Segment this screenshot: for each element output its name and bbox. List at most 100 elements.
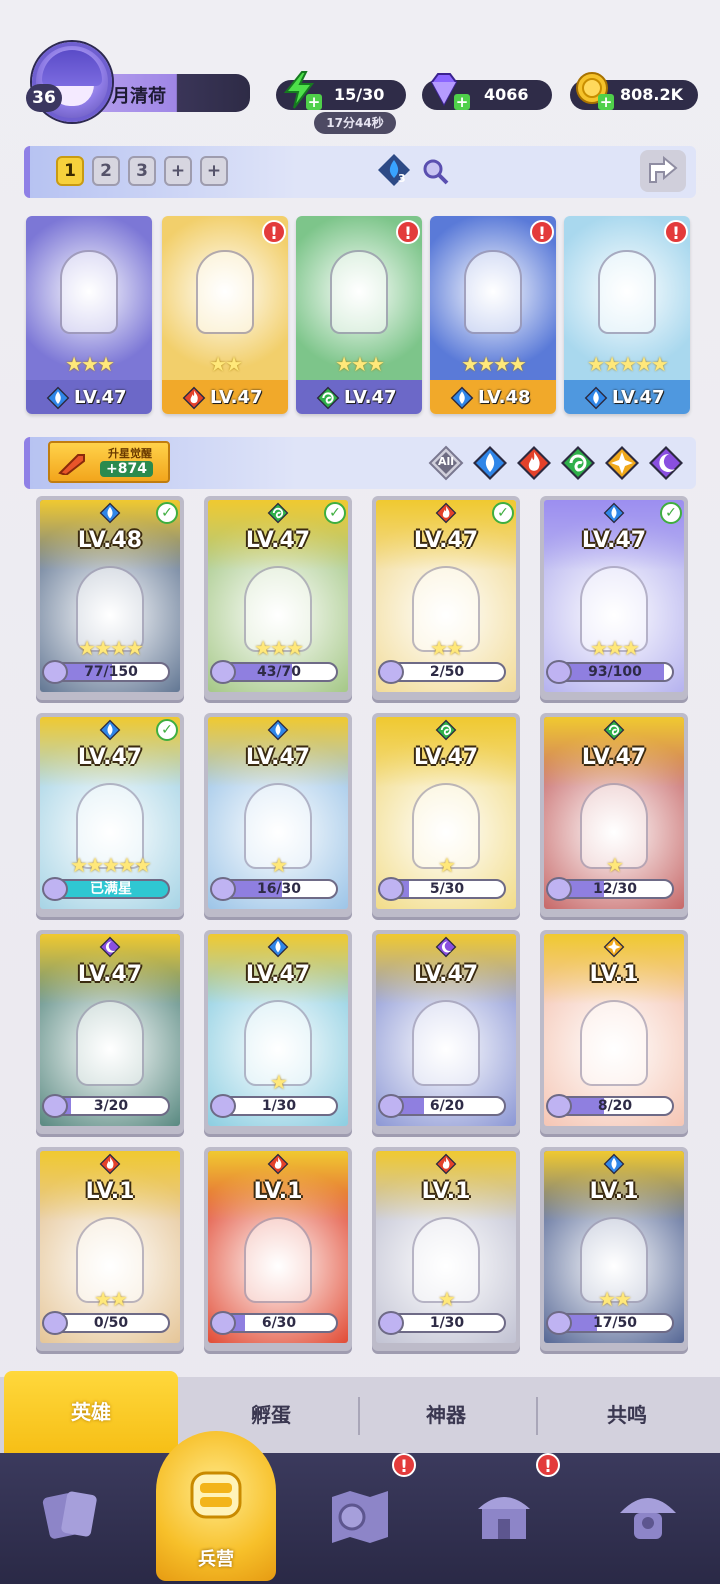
element-fire-icon <box>182 386 206 410</box>
hero-stars: ★★ <box>209 352 243 376</box>
element-water-counter-icon[interactable]: 3 <box>376 152 412 188</box>
star-awaken-button[interactable]: 升星觉醒 +874 <box>48 441 170 483</box>
team-hero-card[interactable]: ★★★★ LV.48! <box>430 216 556 414</box>
hero-card[interactable]: LV.47 6/20 <box>372 930 520 1134</box>
team-hero-card[interactable]: ★★★★★ LV.47! <box>564 216 690 414</box>
filter-light-button[interactable] <box>604 445 640 481</box>
nav-map[interactable]: ! <box>288 1453 432 1584</box>
filter-water-button[interactable] <box>472 445 508 481</box>
hero-shard-progress: 已满星 <box>52 879 170 899</box>
shard-icon <box>378 1311 404 1335</box>
hero-shard-progress-text: 12/30 <box>592 881 638 897</box>
team-hero-card[interactable]: ★★ LV.47! <box>162 216 288 414</box>
hero-shard-progress-text: 0/50 <box>93 1315 129 1331</box>
team-slot-add-1[interactable]: + <box>164 156 192 186</box>
gems-add-button[interactable]: + <box>454 94 470 110</box>
player-panel[interactable]: 36 月清荷 <box>26 40 252 122</box>
team-slot-3[interactable]: 3 <box>128 156 156 186</box>
shard-icon <box>546 1094 572 1118</box>
hero-level: LV.48 <box>77 528 143 553</box>
hero-shard-progress-text: 93/100 <box>588 664 642 680</box>
hero-stars: ★★ <box>94 1287 128 1311</box>
tab-resonance[interactable]: 共鸣 <box>538 1377 716 1453</box>
element-fire-icon <box>435 502 457 524</box>
map-icon <box>324 1479 396 1551</box>
coins-counter[interactable]: 808.2K + <box>570 72 698 110</box>
hero-shard-progress: 3/20 <box>52 1096 170 1116</box>
hero-shard-progress-text: 17/50 <box>592 1315 638 1331</box>
hero-card[interactable]: LV.1 6/30 <box>204 1147 352 1351</box>
hero-card[interactable]: ✓ LV.47 ★★★ 43/70 <box>204 496 352 700</box>
hero-figure <box>412 1000 480 1086</box>
hero-stars: ★★★ <box>590 636 640 660</box>
shard-icon <box>546 877 572 901</box>
share-button[interactable] <box>640 150 686 192</box>
team-hero-card[interactable]: ★★★ LV.47! <box>296 216 422 414</box>
hero-level: LV.48 <box>478 387 531 408</box>
hero-card[interactable]: LV.47 ★ 12/30 <box>540 713 688 917</box>
hero-stars: ★★★ <box>254 636 304 660</box>
sword-icon <box>58 451 88 475</box>
hero-card[interactable]: ✓ LV.47 ★★★ 93/100 <box>540 496 688 700</box>
hero-card[interactable]: LV.1 8/20 <box>540 930 688 1134</box>
team-slot-2[interactable]: 2 <box>92 156 120 186</box>
element-water-icon <box>99 502 121 524</box>
hero-level: LV.47 <box>245 528 311 553</box>
team-slot-add-2[interactable]: + <box>200 156 228 186</box>
energy-counter[interactable]: 15/30 + <box>276 71 406 110</box>
hero-card[interactable]: LV.47 ★ 5/30 <box>372 713 520 917</box>
hero-shard-progress: 1/30 <box>220 1096 338 1116</box>
hero-stars: ★★★ <box>335 352 385 376</box>
filter-fire-button[interactable] <box>516 445 552 481</box>
team-hero-card[interactable]: ★★★ LV.47 <box>26 216 152 414</box>
element-dark-icon <box>648 445 684 481</box>
hero-alert-badge: ! <box>664 220 688 244</box>
hero-card[interactable]: LV.47 3/20 <box>36 930 184 1134</box>
hero-stars: ★★★★★ <box>587 352 669 376</box>
hero-level: LV.47 <box>344 387 397 408</box>
hero-stars: ★★★★★ <box>70 853 152 877</box>
shard-icon <box>378 877 404 901</box>
team-slot-1[interactable]: 1 <box>56 156 84 186</box>
hero-card[interactable]: LV.1 ★★ 0/50 <box>36 1147 184 1351</box>
nav-temple[interactable]: ! <box>432 1453 576 1584</box>
gems-counter[interactable]: 4066 + <box>422 73 552 110</box>
hero-level: LV.47 <box>245 962 311 987</box>
hero-figure <box>598 250 656 334</box>
hero-alert-badge: ! <box>262 220 286 244</box>
hero-card[interactable]: ✓ LV.48 ★★★★ 77/150 <box>36 496 184 700</box>
nav-temple-alert: ! <box>536 1453 560 1477</box>
element-water-icon <box>603 1153 625 1175</box>
hero-shard-progress-text: 6/30 <box>261 1315 297 1331</box>
hero-shard-progress-text: 2/50 <box>429 664 465 680</box>
hero-stars: ★★ <box>598 1287 632 1311</box>
star-awaken-label: 升星觉醒 <box>108 447 152 460</box>
nav-guild[interactable] <box>576 1453 720 1584</box>
hero-card[interactable]: ✓ LV.47 ★★★★★ 已满星 <box>36 713 184 917</box>
hero-card[interactable]: LV.47 ★ 16/30 <box>204 713 352 917</box>
element-water-icon <box>46 386 70 410</box>
energy-add-button[interactable]: + <box>306 94 322 110</box>
hero-shard-progress-text: 3/20 <box>93 1098 129 1114</box>
nav-cards[interactable] <box>0 1453 144 1584</box>
magnifier-icon[interactable] <box>420 156 450 186</box>
tab-artifacts[interactable]: 神器 <box>360 1377 532 1453</box>
hero-card[interactable]: LV.47 ★ 1/30 <box>204 930 352 1134</box>
filter-wind-button[interactable] <box>560 445 596 481</box>
hero-shard-progress-text: 8/20 <box>597 1098 633 1114</box>
hero-stars: ★ <box>606 853 624 877</box>
hero-level: LV.1 <box>85 1179 135 1204</box>
coins-add-button[interactable]: + <box>598 94 614 110</box>
tab-heroes[interactable]: 英雄 <box>4 1371 178 1453</box>
element-counter-value: 3 <box>398 172 406 185</box>
hero-card[interactable]: ✓ LV.47 ★★ 2/50 <box>372 496 520 700</box>
hero-level: LV.1 <box>253 1179 303 1204</box>
filter-dark-button[interactable] <box>648 445 684 481</box>
hero-card[interactable]: LV.1 ★ 1/30 <box>372 1147 520 1351</box>
hero-shard-progress: 8/20 <box>556 1096 674 1116</box>
filter-all-button[interactable]: All <box>428 445 464 481</box>
hero-filter-bar: 升星觉醒 +874 All <box>24 437 696 489</box>
energy-value: 15/30 <box>334 85 385 104</box>
nav-barracks[interactable]: 兵营 <box>144 1431 288 1584</box>
hero-card[interactable]: LV.1 ★★ 17/50 <box>540 1147 688 1351</box>
